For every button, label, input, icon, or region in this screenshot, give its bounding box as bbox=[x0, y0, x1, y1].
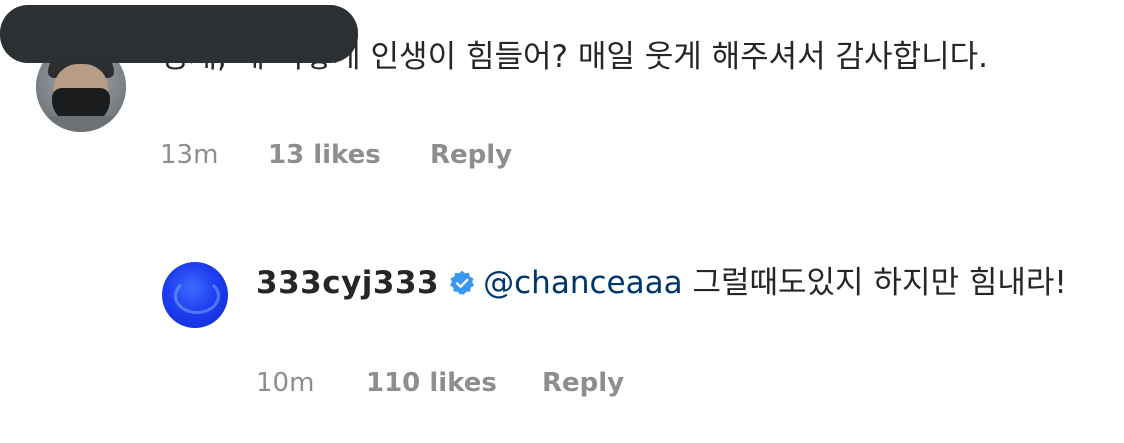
avatar-shoulder bbox=[36, 116, 126, 132]
reply-likes-link[interactable]: 110 likes bbox=[366, 368, 497, 398]
reply-body: 333cyj333 @chanceaaa 그럴때도있지 하지만 힘내라! bbox=[256, 258, 1076, 308]
reply-avatar[interactable] bbox=[162, 262, 228, 328]
comment-likes-link[interactable]: 13 likes bbox=[268, 140, 381, 170]
comment-reply-button[interactable]: Reply bbox=[430, 140, 512, 170]
redacted-username bbox=[0, 5, 358, 63]
reply-text: 그럴때도있지 하지만 힘내라! bbox=[682, 265, 1067, 301]
comment-timestamp: 13m bbox=[160, 140, 219, 170]
reply-username[interactable]: 333cyj333 bbox=[256, 265, 439, 301]
reply-reply-button[interactable]: Reply bbox=[542, 368, 624, 398]
avatar-pattern bbox=[174, 278, 220, 314]
reply-timestamp: 10m bbox=[256, 368, 315, 398]
verified-badge-icon bbox=[450, 270, 475, 295]
reply-mention-link[interactable]: @chanceaaa bbox=[483, 265, 682, 301]
